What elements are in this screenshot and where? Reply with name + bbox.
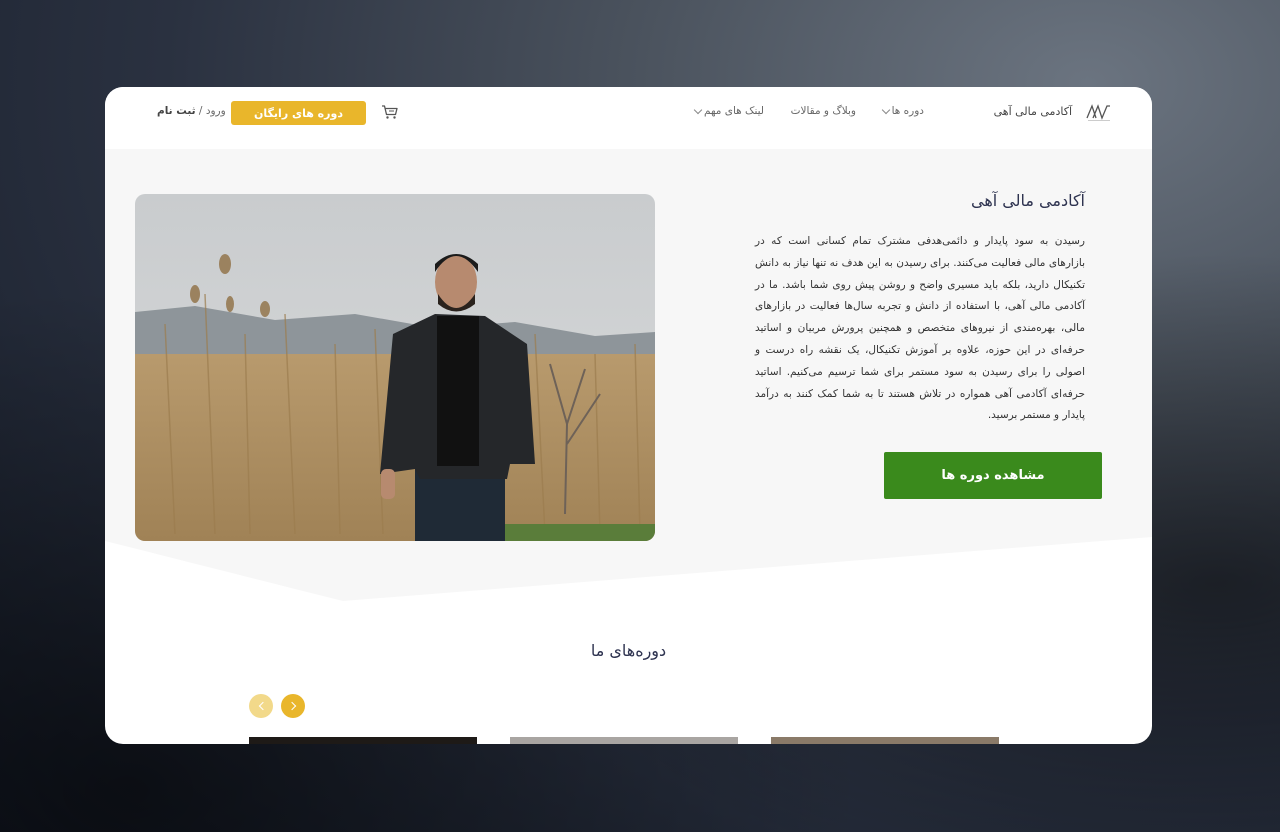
hero-photo-illustration xyxy=(135,194,655,541)
nav-blog-label: وبلاگ و مقالات xyxy=(790,105,856,117)
chevron-left-icon xyxy=(258,701,267,711)
chevron-down-icon xyxy=(693,105,703,114)
carousel-next-button[interactable] xyxy=(281,694,305,718)
cart-button[interactable] xyxy=(381,103,399,121)
logo-icon xyxy=(1086,104,1110,121)
auth-separator: / xyxy=(195,105,206,117)
cart-icon xyxy=(382,105,398,119)
nav-blog[interactable]: وبلاگ و مقالات xyxy=(791,105,856,117)
course-card-thumbnail[interactable] xyxy=(249,737,477,744)
header: آکادمی مالی آهی دوره ها وبلاگ و مقالات ل… xyxy=(105,87,1152,149)
hero-title: آکادمی مالی آهی xyxy=(970,191,1085,210)
nav-courses-label: دوره ها xyxy=(891,105,924,117)
view-courses-button[interactable]: مشاهده دوره ها xyxy=(884,452,1102,499)
nav-courses[interactable]: دوره ها xyxy=(881,105,924,117)
course-card-thumbnail[interactable] xyxy=(510,737,738,744)
nav-links-label: لینک های مهم xyxy=(703,105,764,117)
login-link[interactable]: ورود xyxy=(206,105,226,117)
chevron-right-icon xyxy=(287,701,296,711)
hero-description: رسیدن به سود پایدار و دائمی‌هدفی مشترک ت… xyxy=(755,235,1085,422)
free-courses-button[interactable]: دوره های رایگان xyxy=(231,101,366,125)
auth-links: ورود / ثبت نام xyxy=(157,105,226,117)
courses-section-title: دوره‌های ما xyxy=(590,641,667,660)
carousel-prev-button[interactable] xyxy=(249,694,273,718)
browser-page: آکادمی مالی آهی دوره ها وبلاگ و مقالات ل… xyxy=(105,87,1152,744)
site-name[interactable]: آکادمی مالی آهی xyxy=(994,105,1072,118)
logo[interactable] xyxy=(1086,103,1112,123)
hero-photo xyxy=(135,194,655,541)
chevron-down-icon xyxy=(881,105,890,114)
nav-important-links[interactable]: لینک های مهم xyxy=(693,105,764,117)
course-card-thumbnail[interactable] xyxy=(771,737,999,744)
register-link[interactable]: ثبت نام xyxy=(157,105,196,117)
